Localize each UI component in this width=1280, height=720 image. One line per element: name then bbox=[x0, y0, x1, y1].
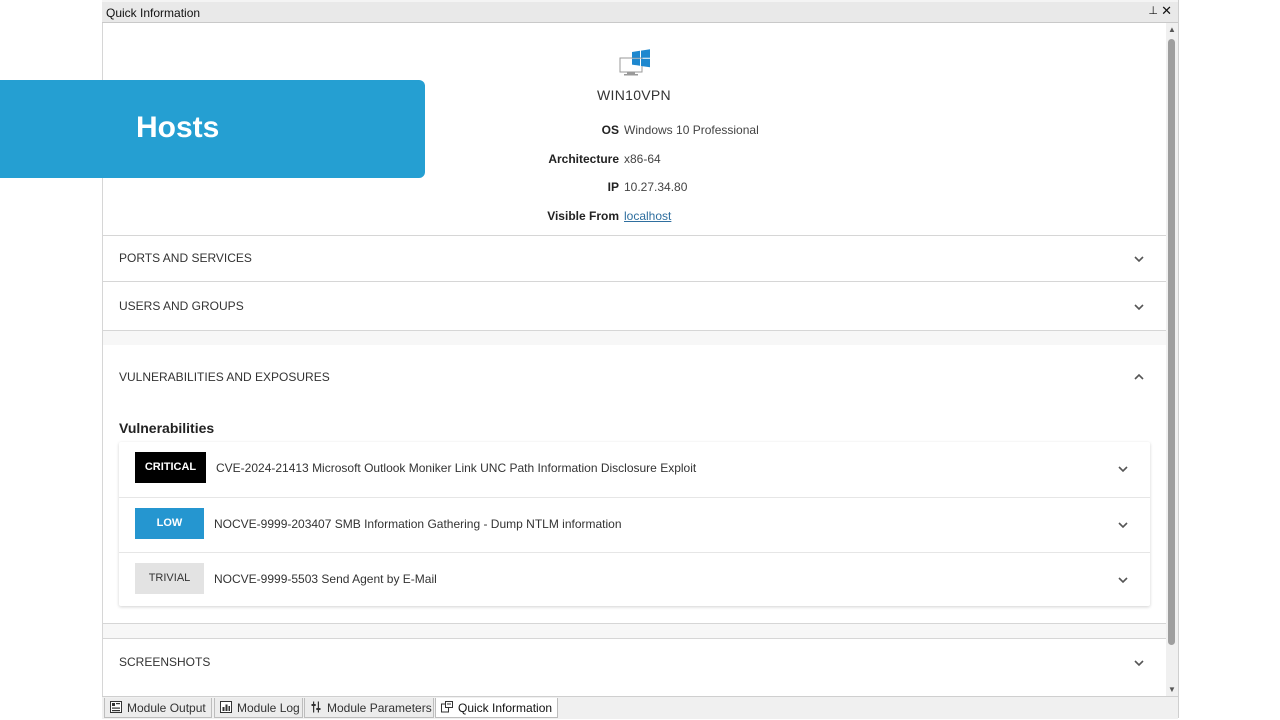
panel-titlebar: Quick Information ⊥ ✕ bbox=[102, 2, 1178, 23]
chevron-down-icon bbox=[1118, 575, 1128, 585]
os-label: OS bbox=[601, 123, 619, 137]
ip-label: IP bbox=[607, 180, 619, 194]
host-name: WIN10VPN bbox=[597, 87, 671, 103]
visible-from-link[interactable]: localhost bbox=[624, 209, 671, 223]
info-row-visible-from: Visible From localhost bbox=[103, 209, 1166, 227]
vulnerabilities-heading: Vulnerabilities bbox=[119, 420, 215, 436]
section-users-and-groups[interactable]: USERS AND GROUPS bbox=[103, 281, 1166, 330]
architecture-label: Architecture bbox=[548, 152, 619, 166]
tab-label: Quick Information bbox=[458, 701, 553, 715]
banner-title: Hosts bbox=[136, 111, 220, 144]
tab-module-log[interactable]: Module Log bbox=[214, 698, 303, 718]
chevron-down-icon bbox=[1118, 464, 1128, 474]
vulnerability-row-low[interactable]: LOW NOCVE-9999-203407 SMB Information Ga… bbox=[119, 497, 1150, 553]
section-label: SCREENSHOTS bbox=[119, 655, 211, 669]
section-divider bbox=[103, 330, 1166, 345]
hosts-banner: Hosts bbox=[0, 80, 425, 178]
tab-module-parameters[interactable]: Module Parameters bbox=[304, 698, 434, 718]
severity-badge-trivial: TRIVIAL bbox=[135, 563, 204, 594]
tab-label: Module Log bbox=[237, 701, 300, 715]
vertical-scrollbar[interactable]: ▲ ▼ bbox=[1166, 23, 1178, 696]
tab-module-output[interactable]: Module Output bbox=[104, 698, 212, 718]
windows-monitor-icon bbox=[619, 49, 651, 77]
tab-label: Module Parameters bbox=[327, 701, 432, 715]
visible-from-label: Visible From bbox=[547, 209, 619, 223]
severity-badge-critical: CRITICAL bbox=[135, 452, 206, 483]
vulnerabilities-list: CRITICAL CVE-2024-21413 Microsoft Outloo… bbox=[119, 442, 1150, 606]
chevron-down-icon bbox=[1134, 658, 1144, 668]
module-output-icon bbox=[110, 701, 122, 713]
severity-badge-low: LOW bbox=[135, 508, 204, 539]
chevron-down-icon bbox=[1134, 302, 1144, 312]
tab-quick-information[interactable]: Quick Information bbox=[435, 698, 558, 718]
os-value: Windows 10 Professional bbox=[624, 123, 759, 137]
chevron-up-icon[interactable] bbox=[1134, 372, 1144, 382]
vulnerability-title: CVE-2024-21413 Microsoft Outlook Moniker… bbox=[216, 461, 697, 475]
vulnerability-row-trivial[interactable]: TRIVIAL NOCVE-9999-5503 Send Agent by E-… bbox=[119, 552, 1150, 608]
chevron-down-icon bbox=[1118, 520, 1128, 530]
close-icon[interactable]: ✕ bbox=[1161, 3, 1172, 19]
bottom-tab-bar: Module Output Module Log Module Paramete… bbox=[102, 696, 1178, 719]
section-label[interactable]: VULNERABILITIES AND EXPOSURES bbox=[119, 370, 330, 384]
ip-value: 10.27.34.80 bbox=[624, 180, 688, 194]
scrollbar-thumb[interactable] bbox=[1168, 39, 1175, 645]
tab-label: Module Output bbox=[127, 701, 206, 715]
chevron-down-icon bbox=[1134, 254, 1144, 264]
module-parameters-icon bbox=[310, 701, 322, 713]
section-label: USERS AND GROUPS bbox=[119, 299, 244, 313]
quick-information-icon bbox=[441, 701, 453, 713]
scroll-down-icon[interactable]: ▼ bbox=[1166, 685, 1178, 694]
panel-title: Quick Information bbox=[106, 6, 201, 20]
module-log-icon bbox=[220, 701, 232, 713]
pin-icon[interactable]: ⊥ bbox=[1148, 4, 1158, 17]
section-screenshots[interactable]: SCREENSHOTS bbox=[103, 638, 1166, 696]
section-divider bbox=[103, 623, 1166, 638]
vulnerability-title: NOCVE-9999-203407 SMB Information Gather… bbox=[214, 517, 622, 531]
vulnerability-title: NOCVE-9999-5503 Send Agent by E-Mail bbox=[214, 572, 437, 586]
vulnerability-row-critical[interactable]: CRITICAL CVE-2024-21413 Microsoft Outloo… bbox=[119, 442, 1150, 497]
architecture-value: x86-64 bbox=[624, 152, 661, 166]
info-row-ip: IP 10.27.34.80 bbox=[103, 180, 1166, 198]
section-label: PORTS AND SERVICES bbox=[119, 251, 252, 265]
scroll-up-icon[interactable]: ▲ bbox=[1166, 25, 1178, 34]
section-ports-and-services[interactable]: PORTS AND SERVICES bbox=[103, 235, 1166, 282]
